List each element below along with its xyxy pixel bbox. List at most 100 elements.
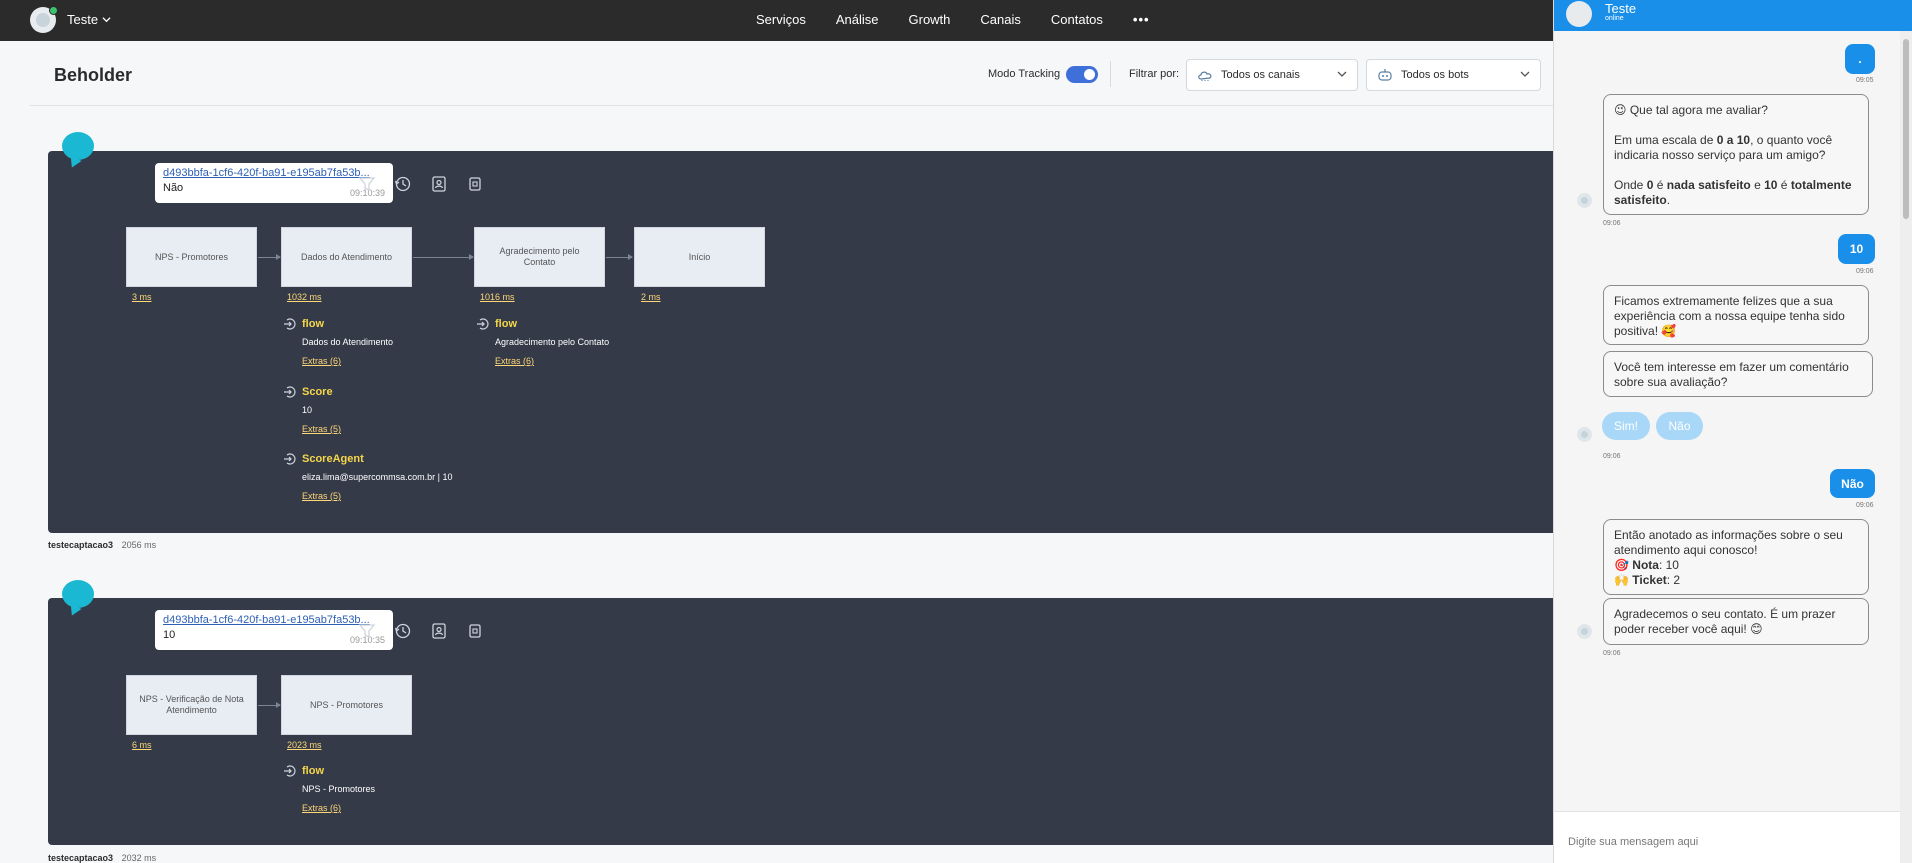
flow-node[interactable]: Dados do Atendimento bbox=[281, 227, 412, 287]
chat-contact-name: Teste bbox=[1605, 1, 1637, 16]
event-value: Dados do Atendimento bbox=[302, 337, 394, 347]
bot-eval-question: 😉 Que tal agora me avaliar? bbox=[1614, 103, 1768, 117]
flow-node[interactable]: NPS - Promotores bbox=[126, 227, 257, 287]
trace-toolbar bbox=[358, 622, 484, 640]
text-segment: Onde bbox=[1614, 178, 1647, 192]
node-connector bbox=[606, 254, 633, 260]
chat-scrollbar[interactable] bbox=[1900, 31, 1912, 863]
flow-node[interactable]: Início bbox=[634, 227, 765, 287]
target-icon: 🎯 bbox=[1614, 558, 1629, 572]
event-extras-link[interactable]: Extras (6) bbox=[302, 803, 341, 813]
message-time: 09:06 bbox=[1603, 453, 1621, 460]
nav-item-servicos[interactable]: Serviços bbox=[756, 12, 806, 27]
trace-block: d493bbfa-1cf6-420f-ba91-e195ab7fa53b... … bbox=[48, 598, 1553, 845]
node-duration[interactable]: 2023 ms bbox=[287, 740, 322, 750]
tracking-mode-toggle[interactable] bbox=[1066, 66, 1098, 83]
copy-icon[interactable] bbox=[466, 622, 484, 640]
filter-label: Filtrar por: bbox=[1129, 68, 1180, 80]
flow-node[interactable]: NPS - Promotores bbox=[281, 675, 412, 735]
bot-message: Você tem interesse em fazer um comentári… bbox=[1603, 351, 1873, 397]
app-logo[interactable] bbox=[30, 6, 58, 33]
message-time: 09:06 bbox=[1856, 502, 1874, 509]
user-message: Não bbox=[1830, 469, 1875, 498]
quick-reply-no-button[interactable]: Não bbox=[1656, 412, 1703, 440]
text-segment: : 10 bbox=[1658, 558, 1679, 572]
header-divider bbox=[1110, 61, 1111, 87]
text-bold: nada satisfeito bbox=[1666, 178, 1751, 192]
channel-filter-select[interactable]: Todos os canais bbox=[1186, 59, 1358, 91]
trace-bot-name: testecaptacao3 bbox=[48, 540, 114, 550]
online-status-dot bbox=[49, 6, 58, 15]
node-duration[interactable]: 2 ms bbox=[641, 292, 661, 302]
trace-footer: testecaptacao3 2056 ms bbox=[48, 540, 156, 550]
user-message: . bbox=[1845, 44, 1875, 74]
text-segment: e bbox=[1750, 178, 1765, 192]
filter-icon[interactable] bbox=[358, 175, 376, 193]
more-menu-icon[interactable]: ••• bbox=[1133, 12, 1150, 27]
nav-item-growth[interactable]: Growth bbox=[909, 12, 951, 27]
node-duration[interactable]: 3 ms bbox=[132, 292, 152, 302]
quick-reply-yes-button[interactable]: Sim! bbox=[1602, 412, 1650, 440]
bot-eval-where: Onde 0 é nada satisfeito e 10 é totalmen… bbox=[1614, 178, 1858, 208]
bot-avatar bbox=[1577, 193, 1592, 208]
contact-card-icon[interactable] bbox=[430, 622, 448, 640]
bot-avatar bbox=[1577, 427, 1592, 442]
chat-header: Teste online bbox=[1554, 0, 1912, 31]
copy-icon[interactable] bbox=[466, 175, 484, 193]
node-duration[interactable]: 6 ms bbox=[132, 740, 152, 750]
bot-filter-value: Todos os bots bbox=[1401, 69, 1469, 81]
event-extras-link[interactable]: Extras (6) bbox=[302, 356, 341, 366]
trace-bot-name: testecaptacao3 bbox=[48, 853, 114, 863]
scrollbar-thumb[interactable] bbox=[1903, 39, 1909, 219]
flow-node[interactable]: Agradecimento pelo Contato bbox=[474, 227, 605, 287]
event-name: flow bbox=[495, 318, 517, 330]
chevron-down-icon bbox=[1337, 71, 1347, 77]
page-title: Beholder bbox=[54, 65, 133, 85]
text-bold: 10 bbox=[1764, 178, 1778, 192]
event-enter-icon bbox=[284, 453, 296, 465]
event-extras-link[interactable]: Extras (5) bbox=[302, 491, 341, 501]
text-segment: é bbox=[1777, 178, 1791, 192]
tracking-mode-label: Modo Tracking bbox=[988, 68, 1061, 80]
nav-item-analise[interactable]: Análise bbox=[836, 12, 879, 27]
event-enter-icon bbox=[284, 386, 296, 398]
history-icon[interactable] bbox=[394, 175, 412, 193]
bot-filter-select[interactable]: Todos os bots bbox=[1366, 59, 1541, 91]
message-id-link[interactable]: d493bbfa-1cf6-420f-ba91-e195ab7fa53b... bbox=[163, 614, 383, 626]
bot-message: Então anotado as informações sobre o seu… bbox=[1603, 519, 1869, 595]
text-segment: . bbox=[1666, 193, 1671, 207]
chevron-down-icon bbox=[1520, 71, 1530, 77]
trace-total-duration: 2032 ms bbox=[121, 853, 157, 863]
contact-card-icon[interactable] bbox=[430, 175, 448, 193]
event-enter-icon bbox=[284, 318, 296, 330]
event-name: flow bbox=[302, 765, 324, 777]
flow-node[interactable]: NPS - Verificação de Nota Atendimento bbox=[126, 675, 257, 735]
bot-summary-text: Então anotado as informações sobre o seu… bbox=[1614, 528, 1843, 557]
event-name: ScoreAgent bbox=[302, 453, 364, 465]
event-extras-link[interactable]: Extras (5) bbox=[302, 424, 341, 434]
filter-icon[interactable] bbox=[358, 622, 376, 640]
trace-footer: testecaptacao3 2032 ms bbox=[48, 853, 156, 863]
bot-message: Ficamos extremamente felizes que a sua e… bbox=[1603, 285, 1869, 345]
event-value: Agradecimento pelo Contato bbox=[495, 337, 610, 347]
node-duration[interactable]: 1032 ms bbox=[287, 292, 322, 302]
chat-panel: Teste online . 09:05 😉 Que tal agora me … bbox=[1553, 0, 1912, 863]
node-duration[interactable]: 1016 ms bbox=[480, 292, 515, 302]
event-extras-link[interactable]: Extras (6) bbox=[495, 356, 534, 366]
chat-message-input[interactable]: Digite sua mensagem aqui bbox=[1554, 811, 1901, 863]
trace-total-duration: 2056 ms bbox=[121, 540, 157, 550]
nav-item-contatos[interactable]: Contatos bbox=[1051, 12, 1103, 27]
history-icon[interactable] bbox=[394, 622, 412, 640]
bot-avatar bbox=[1577, 624, 1592, 639]
event-name: Score bbox=[302, 386, 333, 398]
nav-item-canais[interactable]: Canais bbox=[980, 12, 1020, 27]
workspace-selector[interactable]: Teste bbox=[67, 12, 111, 27]
text-segment: Em uma escala de bbox=[1614, 133, 1717, 147]
node-connector bbox=[258, 254, 281, 260]
text-bold: Ticket bbox=[1632, 573, 1667, 587]
user-message: 10 bbox=[1838, 234, 1875, 264]
chat-avatar bbox=[1566, 1, 1592, 27]
chevron-down-icon bbox=[102, 17, 111, 23]
bot-summary-ticket: 🙌 Ticket: 2 bbox=[1614, 573, 1858, 588]
message-id-link[interactable]: d493bbfa-1cf6-420f-ba91-e195ab7fa53b... bbox=[163, 167, 383, 179]
